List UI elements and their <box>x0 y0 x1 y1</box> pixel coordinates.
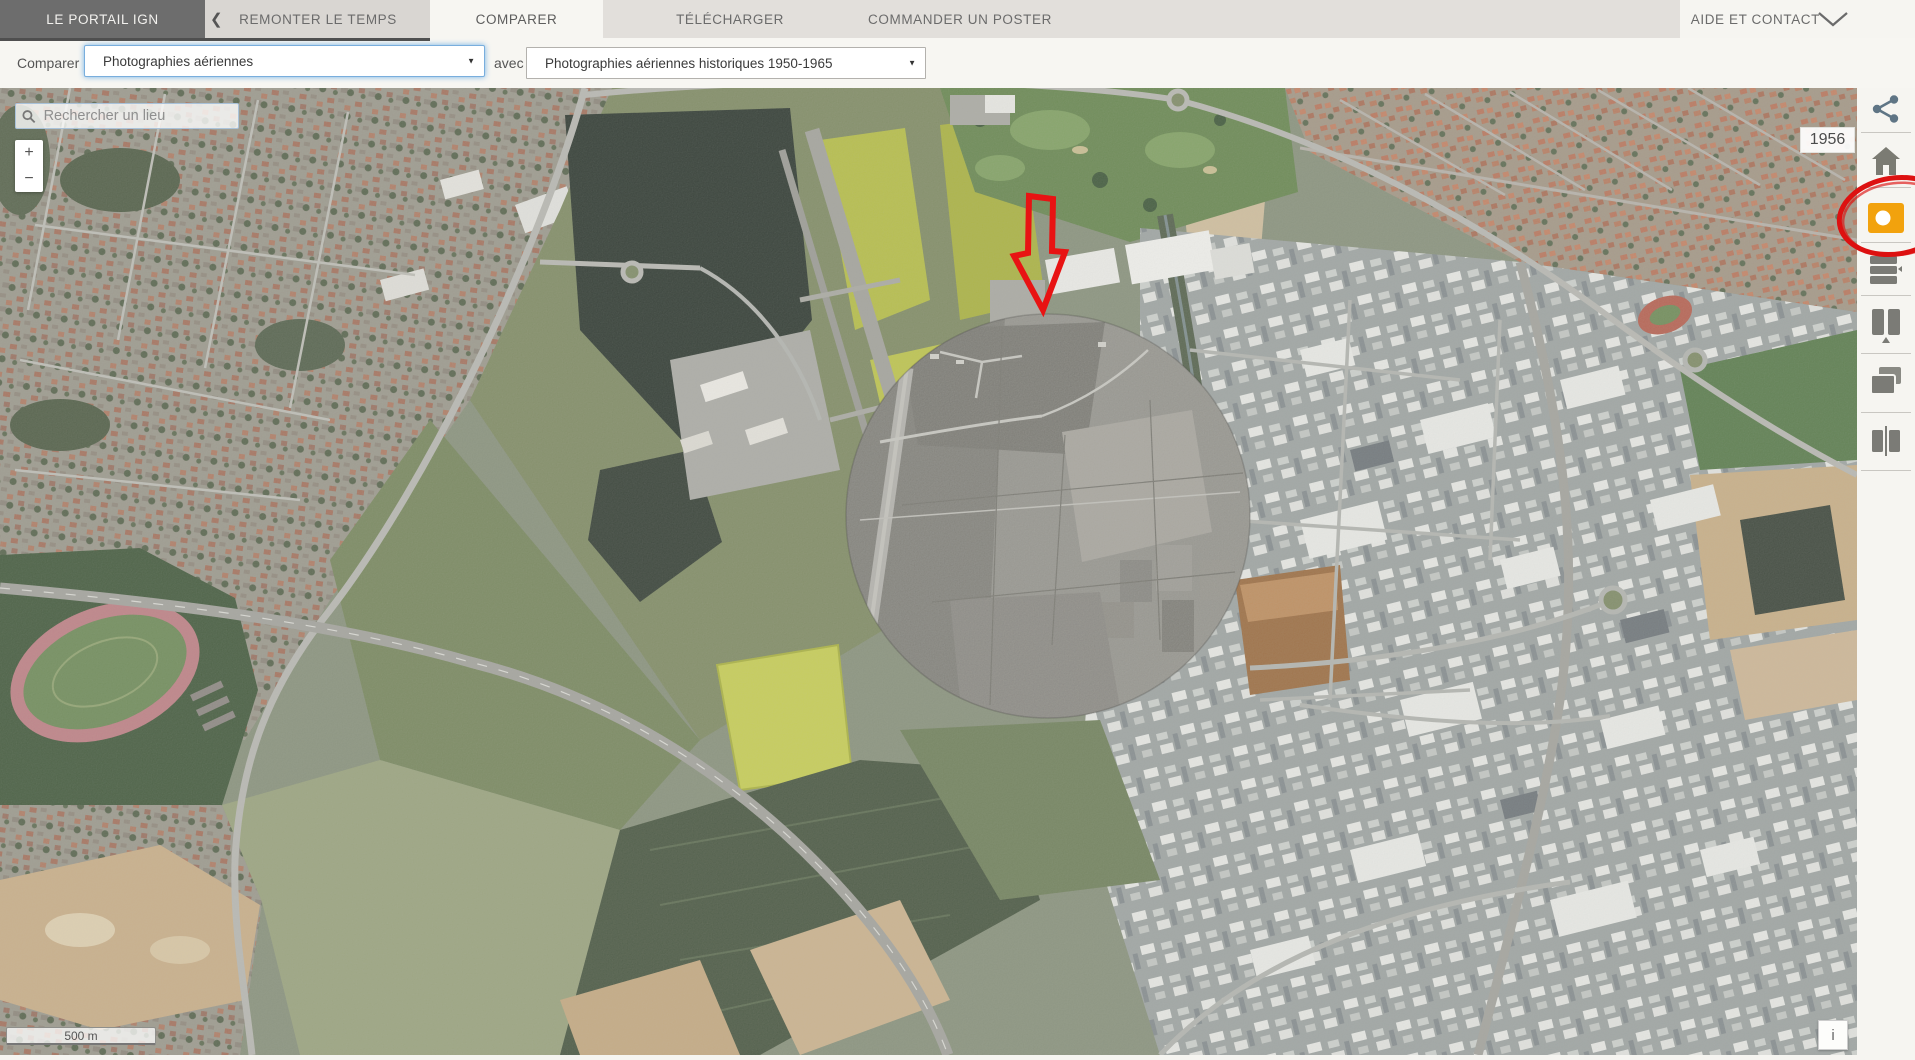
dropdown-arrow-icon: ▼ <box>467 56 475 66</box>
top-navigation: LE PORTAIL IGN ❮ REMONTER LE TEMPS COMPA… <box>0 0 1915 38</box>
photos-icon[interactable] <box>1857 202 1915 234</box>
tab-commander-poster[interactable]: COMMANDER UN POSTER <box>850 0 1070 38</box>
zoom-out-button[interactable]: − <box>15 166 43 192</box>
dropdown-arrow-icon: ▼ <box>908 58 916 68</box>
share-icon[interactable] <box>1857 94 1915 124</box>
info-button[interactable]: i <box>1818 1020 1848 1050</box>
overlay-view-icon[interactable] <box>1857 366 1915 398</box>
side-by-side-icon[interactable] <box>1857 425 1915 457</box>
tab-remonter-le-temps[interactable]: ❮ REMONTER LE TEMPS <box>210 0 400 38</box>
back-chevron-icon: ❮ <box>210 11 224 28</box>
tab-back-label: REMONTER LE TEMPS <box>239 11 397 27</box>
search-input[interactable] <box>41 107 232 125</box>
layer-select-left[interactable]: Photographies aériennes ▼ <box>84 45 485 77</box>
search-icon <box>22 109 36 123</box>
layer-select-right[interactable]: Photographies aériennes historiques 1950… <box>526 47 926 79</box>
scale-bar: 500 m <box>6 1027 156 1045</box>
help-contact-button[interactable]: AIDE ET CONTACT <box>1660 0 1820 38</box>
search-box[interactable] <box>15 103 239 129</box>
layer-select-left-value: Photographies aériennes <box>103 53 254 69</box>
year-badge: 1956 <box>1800 127 1855 153</box>
tab-portail-ign[interactable]: LE PORTAIL IGN <box>0 0 205 38</box>
layers-icon[interactable] <box>1857 254 1915 286</box>
compare-bar: Comparer Photographies aériennes ▼ avec … <box>0 38 1915 88</box>
aerial-imagery <box>0 78 1859 1057</box>
tools-sidebar <box>1857 88 1915 1055</box>
map-canvas[interactable] <box>0 0 1859 1057</box>
chevron-down-icon[interactable] <box>1818 12 1848 27</box>
home-icon[interactable] <box>1857 146 1915 176</box>
tab-telecharger[interactable]: TÉLÉCHARGER <box>640 0 820 38</box>
tab-comparer[interactable]: COMPARER <box>430 0 603 38</box>
with-label: avec <box>494 55 524 71</box>
compare-label: Comparer <box>17 55 80 71</box>
zoom-in-button[interactable]: + <box>15 140 43 166</box>
layer-select-right-value: Photographies aériennes historiques 1950… <box>545 55 833 71</box>
swipe-view-icon[interactable] <box>1857 308 1915 344</box>
zoom-control: + − <box>15 140 43 192</box>
header-underline <box>0 38 430 41</box>
